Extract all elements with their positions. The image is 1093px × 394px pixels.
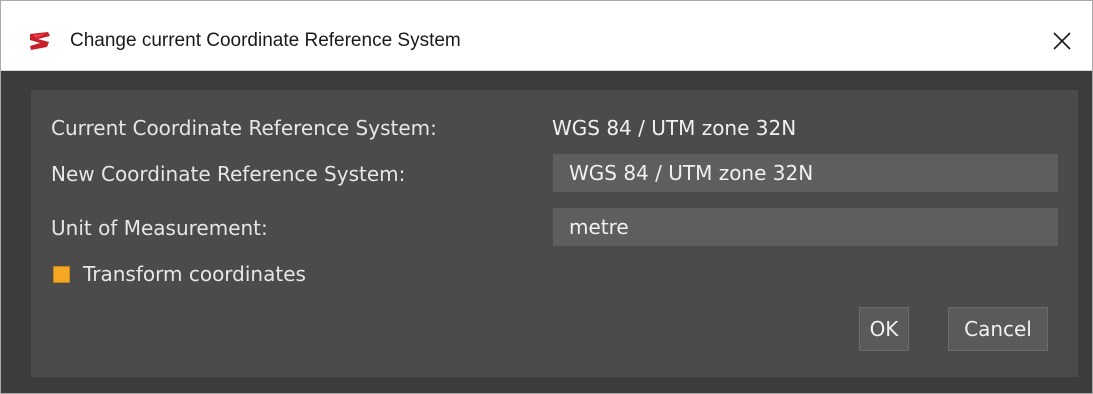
close-icon [1053, 31, 1071, 50]
unit-field[interactable]: metre [553, 208, 1058, 246]
title-bar[interactable]: Change current Coordinate Reference Syst… [1, 1, 1092, 71]
form-panel: Current Coordinate Reference System: WGS… [31, 90, 1078, 377]
window-title: Change current Coordinate Reference Syst… [70, 30, 461, 51]
ok-button[interactable]: OK [859, 307, 909, 351]
new-crs-label: New Coordinate Reference System: [51, 162, 406, 186]
crs-dialog: Change current Coordinate Reference Syst… [0, 0, 1093, 394]
app-logo-icon [30, 32, 50, 50]
current-crs-value: WGS 84 / UTM zone 32N [552, 116, 797, 140]
current-crs-label: Current Coordinate Reference System: [51, 116, 437, 140]
unit-label: Unit of Measurement: [51, 216, 268, 240]
transform-checkbox[interactable] [53, 266, 70, 283]
transform-label[interactable]: Transform coordinates [83, 262, 306, 286]
cancel-button[interactable]: Cancel [948, 307, 1048, 351]
close-button[interactable] [1032, 1, 1092, 70]
new-crs-field[interactable]: WGS 84 / UTM zone 32N [553, 154, 1058, 192]
